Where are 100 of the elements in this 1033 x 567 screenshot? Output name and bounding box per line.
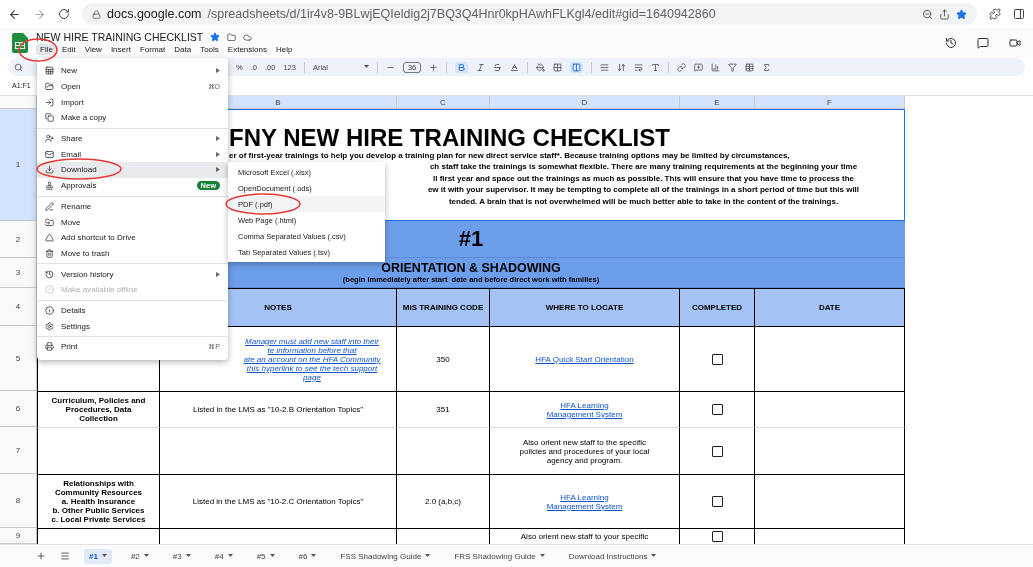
puzzle-icon[interactable] <box>989 8 1001 20</box>
checkbox[interactable] <box>711 496 723 507</box>
search-icon[interactable] <box>14 62 23 72</box>
star-icon[interactable] <box>210 32 221 42</box>
checkbox[interactable] <box>711 445 723 457</box>
location-link[interactable]: HFA Learning Management System <box>546 400 623 419</box>
share-icon[interactable] <box>939 8 950 20</box>
checkbox[interactable] <box>711 404 723 415</box>
menu-item[interactable]: Share <box>37 130 228 147</box>
sheet-tab[interactable]: #1 <box>84 548 112 564</box>
location-link[interactable]: HFA Quick Start Orientation <box>535 354 634 364</box>
menu-item[interactable]: Move <box>37 214 228 230</box>
sheet-tab[interactable]: #2 <box>125 548 154 564</box>
vertical-align-icon[interactable] <box>617 62 627 72</box>
plus-icon[interactable] <box>429 62 439 72</box>
back-icon[interactable] <box>8 7 21 21</box>
row-number[interactable]: 9 <box>0 528 37 544</box>
menu-item[interactable]: Extensions <box>223 44 271 55</box>
forward-icon[interactable] <box>33 7 46 21</box>
url-path: /spreadsheets/d/1ir4v8-9BLwjEQIeldig2j7BQ3Q4Hnr0kpHAwhFLKgl4/edit#gid=1640942860 <box>207 7 717 21</box>
checkbox[interactable] <box>711 353 723 365</box>
notes-link[interactable]: this hyperlink to see the tech support <box>246 363 378 373</box>
topic-text: Curriculum, Policies and Procedures, Data Collection <box>51 396 146 423</box>
history-icon[interactable] <box>945 37 957 49</box>
notes-link[interactable]: ate an account on the HFA Community <box>243 354 381 364</box>
sigma-icon[interactable] <box>762 62 772 72</box>
sheet-tab[interactable]: #6 <box>293 548 322 564</box>
menu-item[interactable]: Data <box>170 44 196 55</box>
lock-icon <box>92 9 101 19</box>
cloud-icon[interactable] <box>243 32 253 42</box>
menu-item[interactable]: Email <box>37 146 228 163</box>
menu-item[interactable]: New <box>37 63 228 79</box>
wrap-text-icon[interactable] <box>634 62 644 72</box>
menu-item[interactable]: Help <box>272 44 297 55</box>
caret-icon <box>269 554 275 558</box>
column-header[interactable]: E <box>680 96 755 109</box>
sheet-tab[interactable]: Download Instructions <box>563 548 662 564</box>
sheet-tab[interactable]: #5 <box>251 548 280 564</box>
link-icon[interactable] <box>677 62 687 72</box>
menu-item[interactable]: View <box>80 44 106 55</box>
notes-link[interactable]: te information before that <box>267 345 357 355</box>
column-header[interactable]: F <box>755 96 905 109</box>
all-sheets-icon[interactable] <box>60 551 70 561</box>
sheet-tab[interactable]: FRS Shadowing Guide <box>449 548 550 564</box>
merge-cells-icon[interactable] <box>572 62 582 72</box>
text-rotation-icon[interactable] <box>651 62 661 72</box>
menu-item[interactable]: Version history <box>37 266 228 282</box>
fill-color-icon[interactable] <box>536 62 546 72</box>
add-sheet-icon[interactable] <box>36 551 46 561</box>
row-number[interactable]: 5 <box>0 326 37 391</box>
add-comment-icon[interactable] <box>694 62 704 72</box>
menu-item[interactable]: Insert <box>106 44 135 55</box>
menu-item[interactable]: Download <box>37 162 228 178</box>
side-panel-icon[interactable] <box>1013 8 1025 20</box>
reload-icon[interactable] <box>58 8 70 20</box>
menu-item[interactable]: Edit <box>57 44 80 55</box>
location-link[interactable]: HFA Learning Management System <box>546 492 623 511</box>
sheet-tab[interactable]: #4 <box>209 548 238 564</box>
strikethrough-icon[interactable] <box>493 62 503 72</box>
align-icon[interactable] <box>600 62 610 72</box>
menu-item[interactable]: Add shortcut to Drive <box>37 229 228 246</box>
notes-link[interactable]: Manager must add new staff into their <box>245 336 379 346</box>
location-text: Also orient new staff to the specific policies and procedures of your local agency and program. <box>519 437 650 465</box>
menu-item[interactable]: Rename <box>37 198 228 215</box>
video-icon[interactable] <box>1009 37 1021 49</box>
sheet-tab[interactable]: FSS Shadowing Guide <box>335 548 436 564</box>
row-number[interactable]: 7 <box>0 427 37 474</box>
address-bar[interactable]: docs.google.com /spreadsheets/d/1ir4v8-9BLwjEQIeldig2j7BQ3Q4Hnr0kpHAwhFLKgl4/edit#gid=1640942860 <box>82 3 977 25</box>
text-color-icon[interactable] <box>510 62 520 72</box>
sheets-logo-icon[interactable] <box>12 33 28 53</box>
location-text: Also orient new staff to your specific <box>520 532 649 541</box>
menu-item[interactable]: Tools <box>196 44 223 55</box>
column-header[interactable]: C <box>397 96 490 109</box>
row-number[interactable]: 1 <box>0 109 37 221</box>
folder-icon <box>45 82 54 92</box>
table-icon[interactable] <box>745 62 755 72</box>
checkbox[interactable] <box>711 531 723 542</box>
row-number[interactable]: 8 <box>0 474 37 528</box>
notes-link[interactable]: page <box>303 372 321 382</box>
menu-item[interactable]: File <box>36 44 57 55</box>
row-number[interactable]: 3 <box>0 258 37 288</box>
description-line: ll first year and space out the trainings as much as possible. This will ensure that you have time to process the <box>433 172 854 185</box>
menu-item[interactable]: Move to trash <box>37 245 228 262</box>
column-header[interactable]: D <box>490 96 680 109</box>
filter-icon[interactable] <box>728 62 738 72</box>
menu-item[interactable]: Format <box>135 44 170 55</box>
zoom-out-icon[interactable] <box>922 8 933 20</box>
pen-icon <box>45 201 54 211</box>
chart-icon[interactable] <box>711 62 721 72</box>
bold-icon[interactable] <box>457 62 467 72</box>
menu-item[interactable]: Make a copy <box>37 110 228 126</box>
row-number[interactable]: 4 <box>0 288 37 326</box>
row-number[interactable]: 6 <box>0 391 37 427</box>
bookmark-star-icon[interactable] <box>956 8 967 20</box>
comment-icon[interactable] <box>977 37 989 49</box>
folder-icon[interactable] <box>227 32 237 42</box>
sheet-tab[interactable]: #3 <box>167 548 196 564</box>
borders-icon[interactable] <box>553 62 563 72</box>
row-number[interactable]: 2 <box>0 221 37 258</box>
italic-icon[interactable] <box>476 62 486 72</box>
